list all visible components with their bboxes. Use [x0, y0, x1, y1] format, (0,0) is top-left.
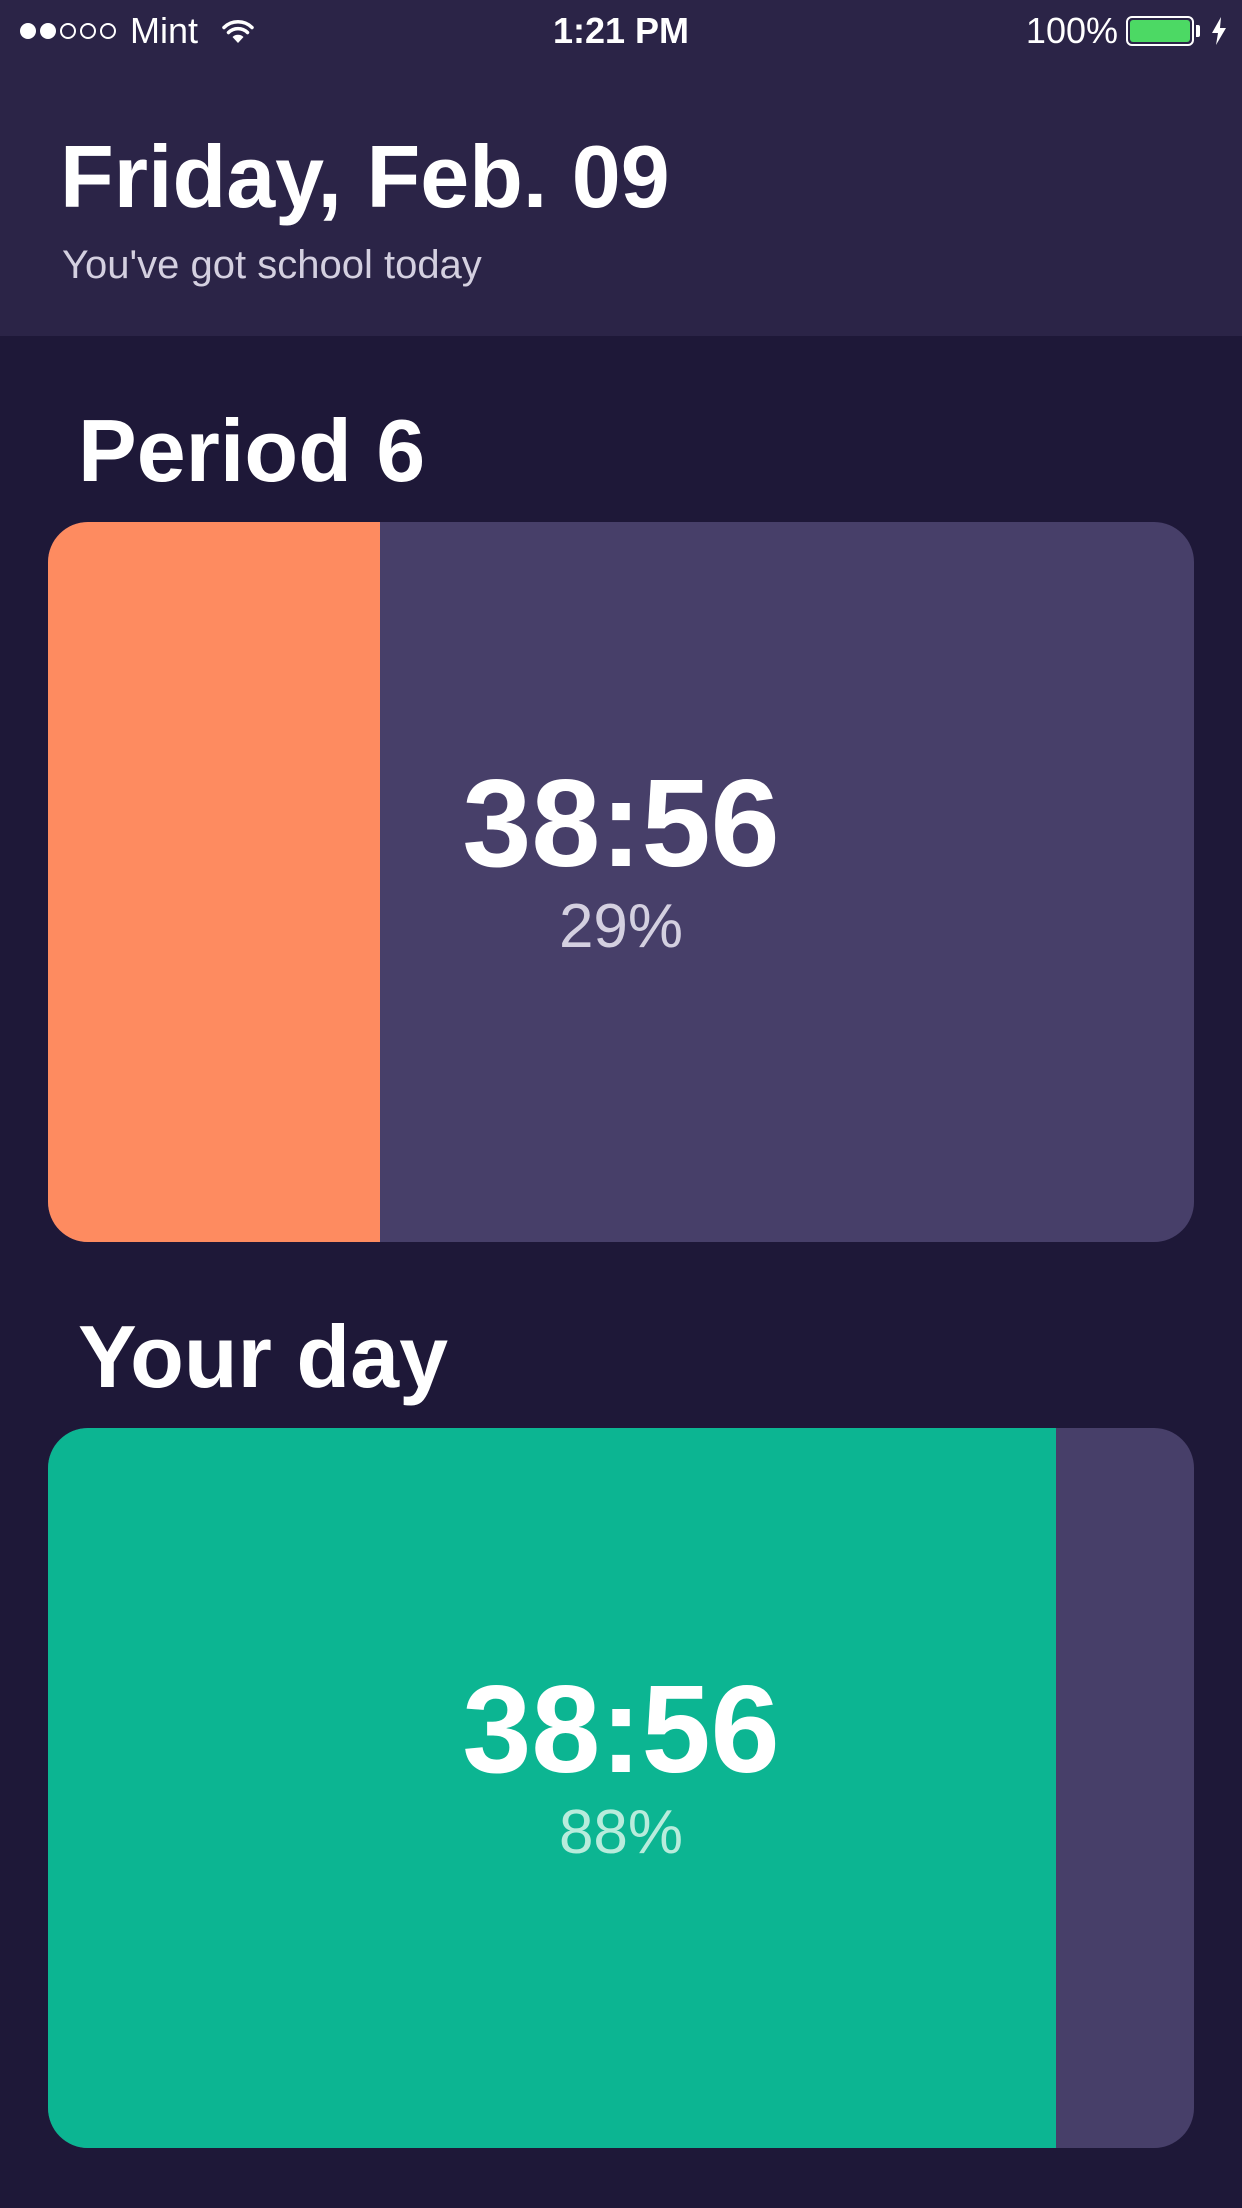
period-progress-content: 38:56 29% — [48, 522, 1194, 1242]
period-timer: 38:56 — [462, 755, 780, 893]
battery-group: 100% — [1026, 8, 1228, 54]
day-progress-content: 38:56 88% — [48, 1428, 1194, 2148]
day-percent: 88% — [558, 1798, 684, 1867]
period-section-title: Period 6 — [78, 401, 426, 500]
period-percent: 29% — [558, 892, 684, 961]
page-subtitle: You've got school today — [62, 243, 482, 287]
page-title: Friday, Feb. 09 — [60, 127, 670, 226]
period-progress-card[interactable]: 38:56 29% — [48, 522, 1194, 1242]
battery-level — [1130, 20, 1190, 42]
charging-bolt-icon — [1212, 17, 1226, 45]
battery-icon — [1126, 16, 1194, 46]
battery-percent: 100% — [1025, 10, 1118, 51]
day-progress-card[interactable]: 38:56 88% — [48, 1428, 1194, 2148]
battery-cap — [1196, 25, 1200, 37]
status-bar: Mint 1:21 PM 100% — [0, 0, 1242, 62]
day-timer: 38:56 — [462, 1661, 780, 1799]
header-panel: Mint 1:21 PM 100% Friday, Feb. 09 You've… — [0, 0, 1242, 336]
day-section-title: Your day — [78, 1307, 449, 1406]
